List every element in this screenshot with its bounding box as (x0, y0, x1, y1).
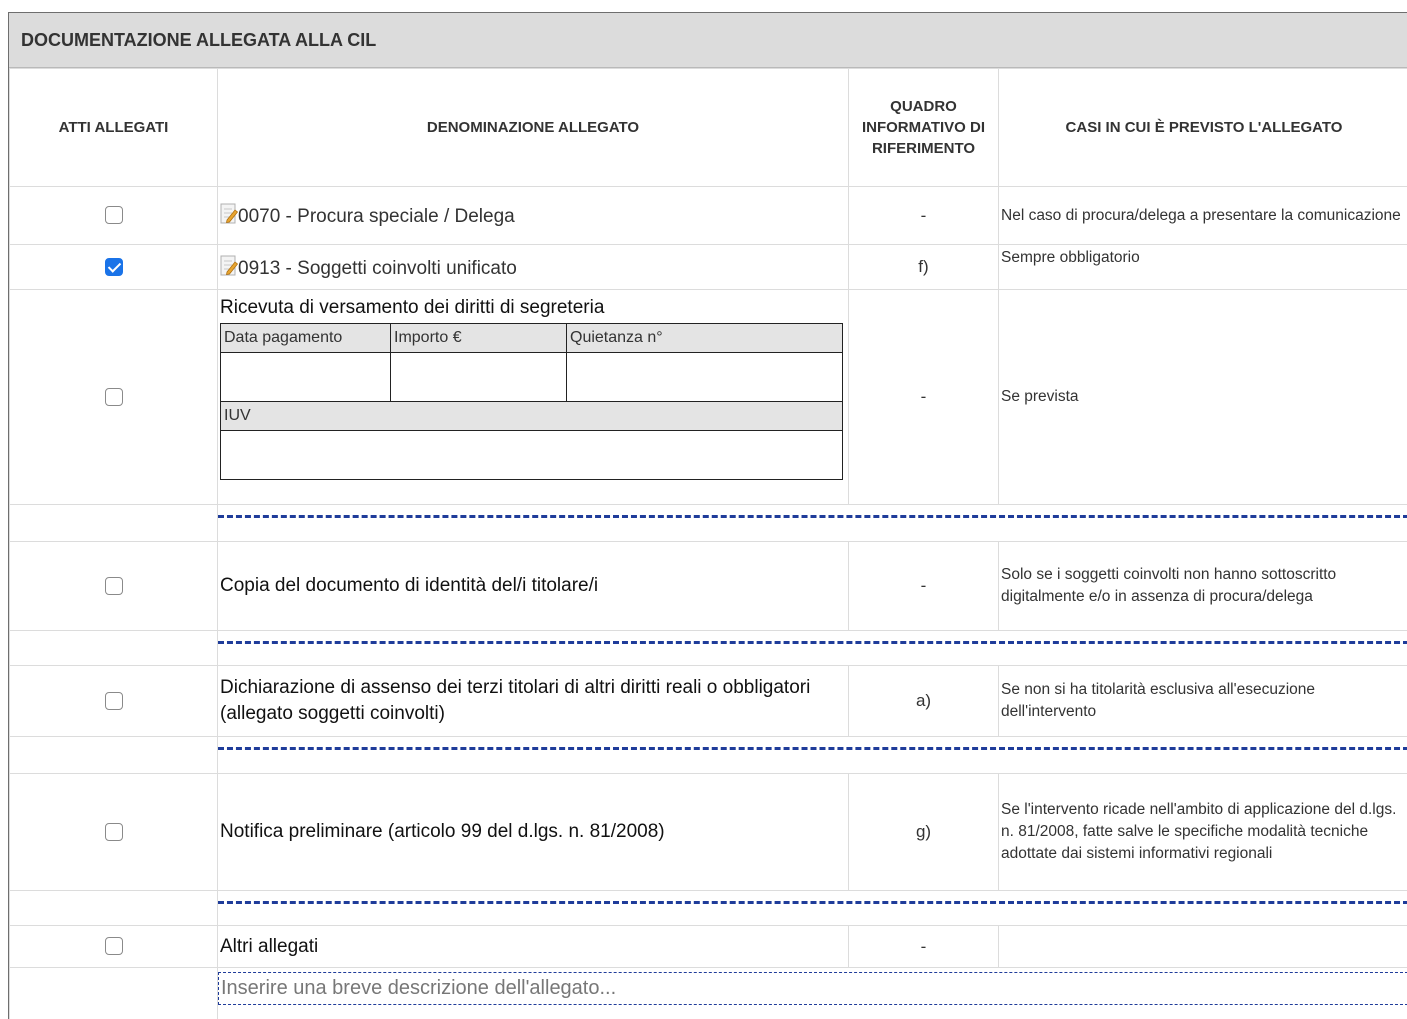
data-pagamento-label: Data pagamento (220, 323, 391, 353)
table-row: Dichiarazione di assenso dei terzi titol… (9, 665, 1407, 737)
casi-value: Nel caso di procura/delega a presentare … (998, 186, 1407, 245)
iuv-label: IUV (220, 401, 843, 431)
header-casi: CASI IN CUI È PREVISTO L'ALLEGATO (998, 68, 1407, 187)
quadro-value: - (848, 289, 999, 505)
header-denominazione: DENOMINAZIONE ALLEGATO (217, 68, 849, 187)
row-label: Altri allegati (217, 925, 849, 968)
casi-value: Se prevista (998, 289, 1407, 505)
data-pagamento-field[interactable] (220, 352, 391, 402)
table-row: Copia del documento di identità del/i ti… (9, 541, 1407, 631)
quadro-value: a) (848, 665, 999, 737)
edit-document-icon[interactable] (220, 255, 239, 277)
checkbox-dichiarazione-assenso[interactable] (104, 691, 123, 710)
header-atti-allegati: ATTI ALLEGATI (9, 68, 218, 187)
importo-field[interactable] (390, 352, 567, 402)
row-label: Copia del documento di identità del/i ti… (217, 541, 849, 631)
separator (218, 641, 1407, 644)
importo-label: Importo € (390, 323, 567, 353)
separator (218, 515, 1407, 518)
table-row: Notifica preliminare (articolo 99 del d.… (9, 773, 1407, 891)
casi-value: Se non si ha titolarità esclusiva all'es… (998, 665, 1407, 737)
quadro-value: - (848, 541, 999, 631)
casi-value: Sempre obbligatorio (998, 244, 1407, 290)
header-quadro-label: QUADRO INFORMATIVO DI RIFERIMENTO (861, 98, 986, 157)
separator (218, 901, 1407, 904)
document-link-procura[interactable]: 0070 - Procura speciale / Delega (238, 206, 515, 227)
quadro-value: f) (848, 244, 999, 290)
quadro-value: g) (848, 773, 999, 891)
checkbox-notifica-preliminare[interactable] (104, 822, 123, 841)
checkbox-procura[interactable] (104, 206, 123, 225)
quietanza-label: Quietanza n° (566, 323, 843, 353)
documentazione-section: DOCUMENTAZIONE ALLEGATA ALLA CIL ATTI AL… (8, 12, 1407, 1019)
document-link-soggetti[interactable]: 0913 - Soggetti coinvolti unificato (238, 258, 517, 279)
row-label: Dichiarazione di assenso dei terzi titol… (217, 665, 849, 737)
quadro-value: - (848, 186, 999, 245)
table-row: 0070 - Procura speciale / Delega - Nel c… (9, 186, 1407, 245)
table-row: Ricevuta di versamento dei diritti di se… (9, 289, 1407, 505)
header-row: ATTI ALLEGATI DENOMINAZIONE ALLEGATO QUA… (9, 68, 1407, 187)
casi-value: Se l'intervento ricade nell'ambito di ap… (998, 773, 1407, 891)
section-title: DOCUMENTAZIONE ALLEGATA ALLA CIL (9, 13, 1407, 68)
quietanza-field[interactable] (566, 352, 843, 402)
iuv-field[interactable] (220, 430, 843, 480)
payment-table: Data pagamento Importo € Quietanza n° IU… (220, 323, 843, 480)
checkbox-documento-identita[interactable] (104, 576, 123, 595)
casi-value: Solo se i soggetti coinvolti non hanno s… (998, 541, 1407, 631)
table-row: Altri allegati - (9, 925, 1407, 968)
checkbox-ricevuta[interactable] (104, 387, 123, 406)
attachments-table: ATTI ALLEGATI DENOMINAZIONE ALLEGATO QUA… (9, 68, 1407, 1019)
checkbox-altri-allegati[interactable] (104, 937, 123, 956)
separator (218, 747, 1407, 750)
header-quadro: QUADRO INFORMATIVO DI RIFERIMENTO (848, 68, 999, 187)
casi-value (998, 925, 1407, 968)
altri-allegati-description-input[interactable] (218, 972, 1407, 1005)
table-row: 0913 - Soggetti coinvolti unificato f) S… (9, 244, 1407, 290)
row-label: Notifica preliminare (articolo 99 del d.… (217, 773, 849, 891)
checkbox-soggetti-coinvolti[interactable] (104, 257, 123, 276)
quadro-value: - (848, 925, 999, 968)
ricevuta-label: Ricevuta di versamento dei diritti di se… (220, 297, 605, 318)
edit-document-icon[interactable] (220, 203, 239, 225)
